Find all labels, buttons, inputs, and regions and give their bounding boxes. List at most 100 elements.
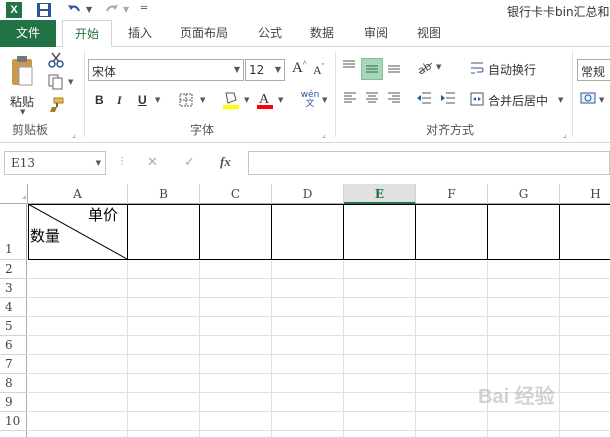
baidu-watermark: Bai 经验 xyxy=(478,386,555,408)
redo-icon[interactable] xyxy=(104,2,120,18)
row-header-3[interactable]: 3 xyxy=(0,279,27,298)
row-header-4[interactable]: 4 xyxy=(0,298,27,317)
bold-button[interactable]: B xyxy=(95,93,104,107)
group-separator xyxy=(84,51,85,137)
tab-page-layout[interactable]: 页面布局 xyxy=(172,20,236,47)
tab-review[interactable]: 审阅 xyxy=(356,20,396,47)
alignment-launcher-icon[interactable]: ⌟ xyxy=(563,130,567,139)
svg-text:ab: ab xyxy=(416,59,434,75)
format-painter-icon[interactable] xyxy=(48,97,64,113)
ribbon-tabs: 文件 开始 插入 页面布局 公式 数据 审阅 视图 xyxy=(0,20,610,48)
underline-dropdown-icon[interactable]: ▼ xyxy=(155,96,160,104)
font-size-select[interactable]: 12 ▼ xyxy=(245,59,285,81)
group-separator xyxy=(572,51,573,137)
tab-insert[interactable]: 插入 xyxy=(120,20,160,47)
font-launcher-icon[interactable]: ⌟ xyxy=(322,130,326,139)
column-header-d[interactable]: D xyxy=(272,184,344,204)
decrease-indent-icon[interactable] xyxy=(416,91,432,105)
align-center-icon[interactable] xyxy=(365,91,379,105)
tab-data[interactable]: 数据 xyxy=(302,20,342,47)
align-left-icon[interactable] xyxy=(343,91,357,105)
font-size-value: 12 xyxy=(249,63,265,77)
tab-view[interactable]: 视图 xyxy=(409,20,449,47)
font-name-value: 宋体 xyxy=(92,65,117,79)
redo-dropdown-icon[interactable]: ▼ xyxy=(123,5,129,14)
tab-file[interactable]: 文件 xyxy=(0,20,56,47)
italic-button[interactable]: I xyxy=(117,93,122,108)
column-header-c[interactable]: C xyxy=(200,184,272,204)
font-color-icon[interactable]: A xyxy=(256,90,274,110)
decrease-font-size-icon[interactable]: Aˇ xyxy=(313,62,324,78)
enter-edit-button[interactable]: ✓ xyxy=(184,155,195,170)
align-bottom-icon[interactable] xyxy=(386,58,402,74)
clipboard-launcher-icon[interactable]: ⌟ xyxy=(72,130,76,139)
ribbon-home: 粘贴 ▼ ▼ 剪贴板 ⌟ 宋体 ▼ 12 ▼ A^ Aˇ B I U ▼ ▼ ▼… xyxy=(0,47,610,143)
save-icon[interactable] xyxy=(36,2,52,18)
orientation-icon[interactable]: ab xyxy=(415,59,434,77)
column-header-b[interactable]: B xyxy=(128,184,200,204)
number-format-select[interactable]: 常规 xyxy=(577,59,610,81)
formula-bar-drag-icon[interactable]: ⋮ xyxy=(117,156,127,167)
font-group-label: 字体 xyxy=(189,123,214,137)
column-header-f[interactable]: F xyxy=(416,184,488,204)
orientation-dropdown-icon[interactable]: ▼ xyxy=(436,63,441,71)
align-top-icon[interactable] xyxy=(341,58,357,74)
paste-button[interactable]: 粘贴 ▼ xyxy=(6,53,42,116)
cell-a1[interactable]: 单价 数量 xyxy=(28,204,128,260)
row-header-7[interactable]: 7 xyxy=(0,355,27,374)
font-name-dropdown-icon: ▼ xyxy=(233,65,240,74)
undo-icon[interactable] xyxy=(66,2,82,18)
qat-customize-icon[interactable]: ═ xyxy=(141,3,147,14)
worksheet-grid: A B C D E F G H 1 2 3 4 5 6 7 8 9 10 单价 … xyxy=(0,184,610,437)
row-header-2[interactable]: 2 xyxy=(0,260,27,279)
fill-color-dropdown-icon[interactable]: ▼ xyxy=(244,96,249,104)
paste-dropdown-icon: ▼ xyxy=(20,108,26,116)
font-size-dropdown-icon: ▼ xyxy=(274,65,281,74)
formula-input[interactable] xyxy=(248,151,610,175)
row-header-11[interactable] xyxy=(0,431,27,437)
row-header-5[interactable]: 5 xyxy=(0,317,27,336)
merge-center-button[interactable]: 合并后居中 ▼ xyxy=(470,91,570,109)
column-header-e[interactable]: E xyxy=(344,184,416,204)
accounting-dropdown-icon[interactable]: ▼ xyxy=(599,96,604,104)
row-header-8[interactable]: 8 xyxy=(0,374,27,393)
row-header-10[interactable]: 10 xyxy=(0,412,27,431)
font-name-select[interactable]: 宋体 ▼ xyxy=(88,59,244,81)
title-bar: X ▼ ▼ ═ 银行卡卡bin汇总和 xyxy=(0,0,610,20)
undo-dropdown-icon[interactable]: ▼ xyxy=(86,5,92,14)
copy-icon[interactable] xyxy=(48,74,64,90)
font-color-dropdown-icon[interactable]: ▼ xyxy=(278,96,283,104)
align-right-icon[interactable] xyxy=(387,91,401,105)
cancel-edit-button[interactable]: ✕ xyxy=(147,155,158,170)
merge-center-icon xyxy=(470,92,484,106)
select-all-corner[interactable] xyxy=(0,184,28,204)
phonetic-guide-icon[interactable]: wén 文 xyxy=(299,91,321,109)
name-box-value: E13 xyxy=(11,156,36,170)
tab-formulas[interactable]: 公式 xyxy=(250,20,290,47)
phonetic-dropdown-icon[interactable]: ▼ xyxy=(322,96,327,104)
underline-button[interactable]: U xyxy=(138,93,147,107)
increase-indent-icon[interactable] xyxy=(440,91,456,105)
cut-icon[interactable] xyxy=(48,52,64,68)
row-header-6[interactable]: 6 xyxy=(0,336,27,355)
column-header-g[interactable]: G xyxy=(488,184,560,204)
copy-dropdown-icon[interactable]: ▼ xyxy=(68,78,73,86)
a1-price-label: 单价 xyxy=(87,206,118,224)
align-middle-icon[interactable] xyxy=(361,58,383,80)
column-header-h[interactable]: H xyxy=(560,184,610,204)
row-header-9[interactable]: 9 xyxy=(0,393,27,412)
row-header-1[interactable]: 1 xyxy=(0,204,27,260)
wrap-text-button[interactable]: 自动换行 xyxy=(470,60,566,78)
borders-icon[interactable] xyxy=(179,93,193,107)
fill-color-icon[interactable] xyxy=(222,90,240,110)
column-header-a[interactable]: A xyxy=(28,184,128,204)
tab-home[interactable]: 开始 xyxy=(62,20,112,48)
name-box[interactable]: E13 ▼ xyxy=(4,151,106,175)
formula-bar: E13 ▼ ⋮ ✕ ✓ fx xyxy=(0,150,610,177)
accounting-format-icon[interactable] xyxy=(580,91,596,105)
window-title: 银行卡卡bin汇总和 xyxy=(507,5,610,19)
insert-function-button[interactable]: fx xyxy=(220,154,231,170)
increase-font-size-icon[interactable]: A^ xyxy=(292,59,307,77)
group-separator xyxy=(335,51,336,137)
borders-dropdown-icon[interactable]: ▼ xyxy=(200,96,205,104)
